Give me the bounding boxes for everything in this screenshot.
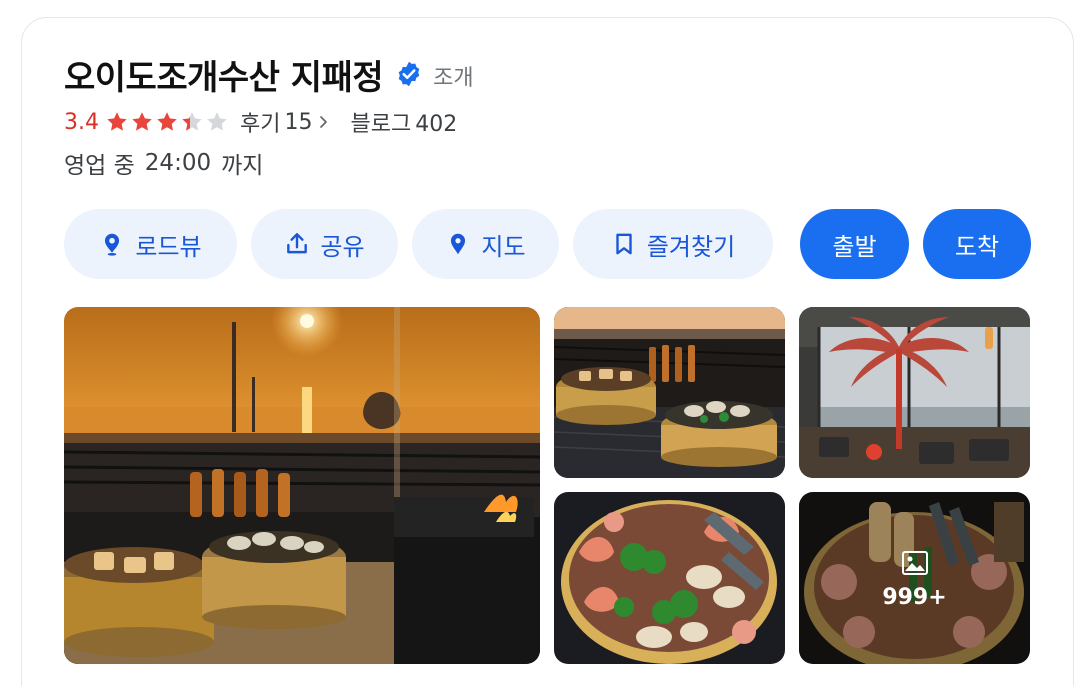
roadview-button[interactable]: 로드뷰 xyxy=(64,209,237,279)
photo-more-overlay: 999+ xyxy=(799,492,1030,664)
verified-badge-icon xyxy=(398,61,420,87)
rating-value: 3.4 xyxy=(64,109,99,135)
share-button[interactable]: 공유 xyxy=(251,209,398,279)
title-row: 오이도조개수산 지패정 조개 xyxy=(64,50,474,99)
share-icon xyxy=(287,233,308,254)
star-icon xyxy=(207,112,227,131)
image-gallery-icon xyxy=(901,550,928,575)
blog-label: 블로그 xyxy=(350,112,412,137)
photo-seafood-platter-image xyxy=(554,492,785,664)
depart-label: 출발 xyxy=(832,232,877,261)
arrive-label: 도착 xyxy=(954,232,1000,261)
hours-row: 영업 중 24:00 까지 xyxy=(64,146,263,180)
photo-more-count: 999+ xyxy=(882,584,947,610)
favorite-button[interactable]: 즐겨찾기 xyxy=(573,209,773,279)
photo-clam-pot-image xyxy=(554,307,785,478)
arrive-button[interactable]: 도착 xyxy=(923,209,1031,279)
reviews-link[interactable]: 후기 15 xyxy=(240,106,330,138)
photo-gallery: 999+ xyxy=(0,307,1090,664)
depart-button[interactable]: 출발 xyxy=(800,209,909,279)
chevron-right-icon xyxy=(320,116,328,128)
category-label: 조개 xyxy=(433,66,474,91)
photo-palm-interior-image xyxy=(799,307,1030,478)
star-icon xyxy=(182,112,202,131)
reviews-count: 15 xyxy=(284,109,313,135)
star-icon xyxy=(157,112,177,131)
roadview-label: 로드뷰 xyxy=(135,232,202,261)
map-button[interactable]: 지도 xyxy=(412,209,559,279)
blog-count: 402 xyxy=(415,112,458,137)
roadview-pin-icon xyxy=(105,233,120,256)
rating-row: 3.4 후기 15 블로그 402 xyxy=(64,106,457,138)
reviews-label: 후기 xyxy=(240,112,281,137)
place-title[interactable]: 오이도조개수산 지패정 xyxy=(64,50,384,99)
open-status: 영업 중 xyxy=(64,153,135,179)
photo-palm-interior[interactable] xyxy=(799,307,1030,478)
bookmark-icon xyxy=(616,233,632,255)
photo-seafood-platter[interactable] xyxy=(554,492,785,664)
close-suffix: 까지 xyxy=(221,153,264,179)
photo-main-sunset-terrace[interactable] xyxy=(64,307,540,664)
star-icon xyxy=(132,112,152,131)
photo-main-image xyxy=(64,307,540,664)
favorite-label: 즐겨찾기 xyxy=(646,232,736,261)
star-rating xyxy=(105,110,230,134)
action-bar: 로드뷰 공유 지도 즐겨찾기 출발 도착 xyxy=(0,209,1090,279)
close-time: 24:00 xyxy=(144,150,212,176)
map-pin-icon xyxy=(451,233,466,255)
blog-link[interactable]: 블로그 402 xyxy=(350,106,457,138)
star-icon xyxy=(107,112,127,131)
photo-more-button[interactable]: 999+ xyxy=(799,492,1030,664)
share-label: 공유 xyxy=(320,232,365,261)
map-label: 지도 xyxy=(481,232,526,261)
photo-clam-pot-table[interactable] xyxy=(554,307,785,478)
